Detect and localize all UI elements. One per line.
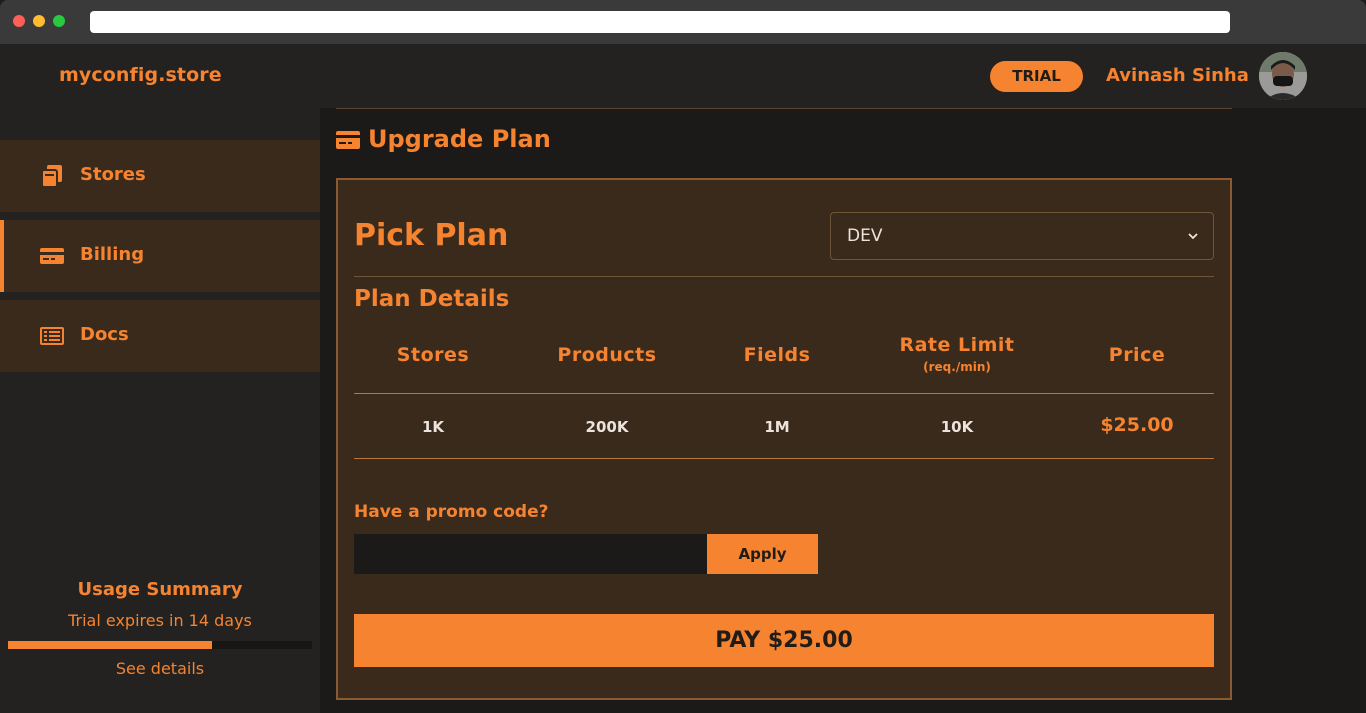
table-header-products: Products — [557, 344, 657, 366]
table-cell-products: 200K — [585, 418, 629, 436]
credit-card-icon — [336, 131, 360, 149]
promo-code-label: Have a promo code? — [354, 502, 549, 522]
list-alt-icon — [40, 327, 64, 345]
pick-plan-heading: Pick Plan — [354, 218, 509, 253]
sidebar-item-label: Stores — [80, 164, 146, 185]
usage-summary-title: Usage Summary — [77, 579, 243, 600]
table-cell-fields: 1M — [764, 418, 790, 436]
sidebar-item-label: Docs — [80, 324, 129, 345]
table-header-price: Price — [1108, 344, 1166, 366]
minimize-window-icon[interactable] — [33, 15, 45, 27]
plan-select-value: DEV — [847, 226, 883, 246]
divider — [354, 393, 1214, 394]
sidebar-item-stores[interactable]: Stores — [0, 140, 320, 212]
sidebar-item-billing[interactable]: Billing — [0, 220, 320, 292]
pay-button[interactable]: PAY $25.00 — [354, 614, 1214, 667]
sidebar: Stores Billing Docs Usage Summary Trial … — [0, 108, 320, 713]
avatar-image — [1259, 52, 1307, 100]
maximize-window-icon[interactable] — [53, 15, 65, 27]
sidebar-item-label: Billing — [80, 244, 145, 265]
trial-expiry-text: Trial expires in 14 days — [68, 611, 252, 630]
avatar[interactable] — [1259, 52, 1307, 100]
brand-logo[interactable]: myconfig.store — [59, 64, 222, 86]
credit-card-icon — [40, 248, 64, 264]
trial-progress-fill — [8, 641, 212, 649]
see-details-link[interactable]: See details — [0, 659, 320, 678]
browser-chrome — [0, 0, 1366, 44]
table-header-fields: Fields — [743, 344, 811, 366]
copy-icon — [41, 165, 62, 188]
address-bar[interactable] — [90, 11, 1230, 33]
apply-promo-button[interactable]: Apply — [707, 534, 818, 574]
page-title: Upgrade Plan — [368, 125, 551, 153]
trial-progress-bar — [8, 641, 312, 649]
divider — [336, 108, 1232, 109]
sidebar-item-docs[interactable]: Docs — [0, 300, 320, 372]
app-header: myconfig.store TRIAL Avinash Sinha — [0, 44, 1366, 108]
plan-select[interactable]: DEV — [830, 212, 1214, 260]
close-window-icon[interactable] — [13, 15, 25, 27]
user-name[interactable]: Avinash Sinha — [1106, 65, 1249, 86]
trial-badge: TRIAL — [990, 61, 1083, 92]
table-header-rate-limit-unit: (req./min) — [923, 360, 991, 374]
chevron-down-icon — [1188, 233, 1198, 240]
upgrade-plan-panel: Pick Plan DEV Plan Details Stores Produc… — [336, 178, 1232, 700]
plan-details-heading: Plan Details — [354, 286, 510, 312]
promo-code-input[interactable] — [354, 534, 707, 574]
divider — [354, 276, 1214, 277]
table-header-rate-limit: Rate Limit — [899, 334, 1015, 356]
main-content: Upgrade Plan Pick Plan DEV Plan Details … — [320, 108, 1366, 713]
table-cell-stores: 1K — [421, 418, 445, 436]
table-header-stores: Stores — [396, 344, 470, 366]
divider — [354, 458, 1214, 459]
table-cell-rate-limit: 10K — [940, 418, 974, 436]
table-cell-price: $25.00 — [1100, 414, 1174, 436]
